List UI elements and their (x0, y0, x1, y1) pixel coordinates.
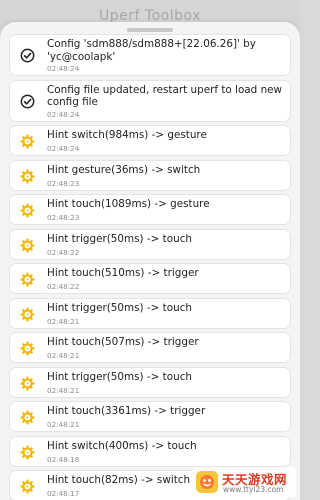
log-entry[interactable]: Hint touch(507ms) -> trigger 02:48:21 (9, 332, 291, 363)
log-entry-message: Hint touch(507ms) -> trigger (47, 336, 199, 348)
hint-gear-icon (20, 341, 35, 356)
hint-gear-icon (20, 479, 35, 494)
log-entry[interactable]: Hint trigger(50ms) -> touch 02:48:21 (9, 297, 291, 329)
watermark: 天天游戏网 www.ttyl23.com (192, 467, 296, 497)
hint-gear-icon (20, 376, 35, 390)
app-screen: Uperf Toolbox Config 'sdm888/sdm888+[22.… (0, 0, 300, 500)
hint-gear-icon (20, 238, 35, 252)
log-entry[interactable]: Hint trigger(50ms) -> touch 02:48:21 (9, 366, 291, 398)
hint-gear-icon (20, 203, 35, 218)
log-entry-message: Hint touch(3361ms) -> trigger (47, 405, 206, 417)
check-circle-icon (20, 48, 35, 63)
log-entry[interactable]: Hint switch(400ms) -> touch 02:48:18 (9, 435, 291, 467)
log-entry-message: Hint trigger(50ms) -> touch (47, 370, 192, 383)
log-entry-timestamp: 02:48:17 (47, 489, 80, 498)
log-list[interactable]: Config 'sdm888/sdm888+[22.06.26]' by 'yc… (9, 34, 291, 500)
log-entry-message: Hint switch(984ms) -> gesture (47, 129, 207, 141)
log-entry-timestamp: 02:48:24 (47, 64, 80, 73)
log-entry-message: Hint touch(1089ms) -> gesture (47, 198, 210, 210)
log-entry-timestamp: 02:48:21 (47, 351, 80, 360)
watermark-url: www.ttyl23.com (223, 485, 284, 494)
log-entry-message: Hint switch(400ms) -> touch (47, 439, 197, 452)
hint-gear-icon (20, 445, 35, 459)
log-entry-message: Config file updated, restart uperf to lo… (47, 83, 283, 109)
log-entry-timestamp: 02:48:24 (47, 109, 80, 119)
log-sheet[interactable]: Config 'sdm888/sdm888+[22.06.26]' by 'yc… (0, 22, 300, 500)
hint-gear-icon (20, 169, 35, 183)
log-entry[interactable]: Hint touch(1089ms) -> gesture 02:48:23 (9, 194, 291, 225)
hint-gear-icon (20, 307, 35, 321)
log-entry-message: Hint trigger(50ms) -> touch (47, 301, 192, 314)
check-circle-icon (20, 94, 35, 108)
log-entry[interactable]: Hint trigger(50ms) -> touch 02:48:22 (9, 228, 291, 260)
log-entry[interactable]: Hint touch(510ms) -> trigger 02:48:22 (9, 263, 291, 294)
log-entry-timestamp: 02:48:21 (47, 316, 80, 326)
log-entry-message: Hint gesture(36ms) -> switch (47, 163, 201, 176)
log-entry-message: Hint touch(510ms) -> trigger (47, 267, 199, 279)
log-entry-timestamp: 02:48:23 (47, 178, 80, 188)
hint-gear-icon (20, 410, 35, 425)
watermark-logo-icon (196, 471, 218, 493)
log-entry-timestamp: 02:48:23 (47, 213, 80, 222)
log-entry-message: Hint trigger(50ms) -> touch (47, 232, 192, 245)
log-entry-timestamp: 02:48:22 (47, 247, 80, 257)
log-entry[interactable]: Hint touch(3361ms) -> trigger 02:48:21 (9, 401, 291, 432)
log-entry-timestamp: 02:48:21 (47, 385, 80, 395)
log-entry-timestamp: 02:48:22 (47, 282, 80, 291)
log-entry[interactable]: Config 'sdm888/sdm888+[22.06.26]' by 'yc… (9, 34, 291, 76)
log-entry-timestamp: 02:48:24 (47, 144, 80, 153)
hint-gear-icon (20, 272, 35, 287)
sheet-grabber-handle[interactable] (127, 28, 173, 32)
log-entry-timestamp: 02:48:18 (47, 454, 80, 464)
log-entry[interactable]: Hint gesture(36ms) -> switch 02:48:23 (9, 159, 291, 191)
log-entry-timestamp: 02:48:21 (47, 420, 80, 429)
log-entry[interactable]: Config file updated, restart uperf to lo… (9, 79, 291, 122)
log-entry-message: Config 'sdm888/sdm888+[22.06.26]' by 'yc… (47, 38, 256, 63)
log-entry[interactable]: Hint switch(984ms) -> gesture 02:48:24 (9, 125, 291, 156)
hint-gear-icon (20, 134, 35, 149)
